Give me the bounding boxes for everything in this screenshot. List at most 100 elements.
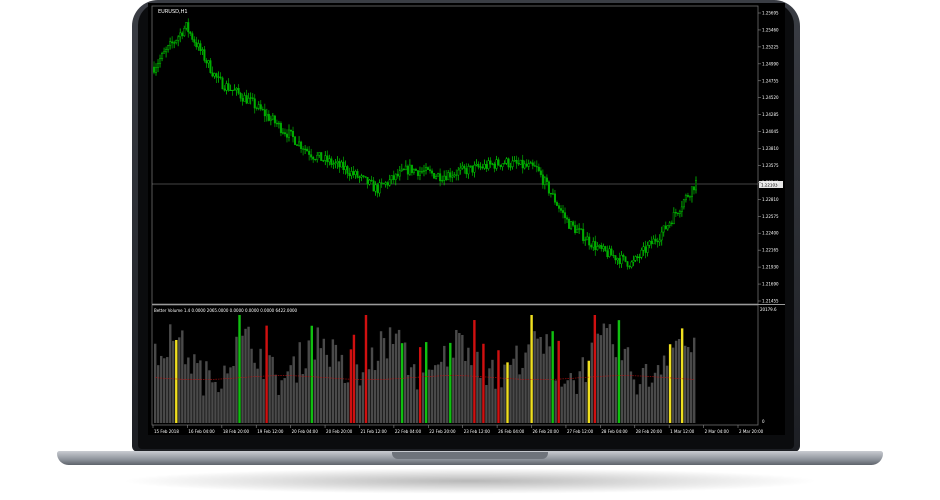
volume-bar — [292, 356, 295, 423]
price-tick-label: 1.25460 — [762, 27, 779, 32]
candle-body — [551, 193, 554, 195]
candle-body — [247, 98, 250, 104]
volume-bar — [620, 360, 624, 423]
candle-body — [275, 122, 278, 125]
volume-bar — [391, 343, 395, 423]
candle-body — [354, 171, 357, 175]
candle-body — [497, 159, 500, 166]
volume-bar — [295, 382, 298, 423]
candle-body — [219, 76, 222, 79]
candle-body — [251, 97, 254, 99]
volume-bar — [229, 367, 232, 423]
chart-canvas[interactable]: EURUSD,H1 Better Volume 1.4 0.0000 2065.… — [148, 3, 785, 435]
candle-body — [463, 165, 466, 169]
volume-bar — [319, 348, 323, 423]
volume-bar — [385, 358, 389, 423]
candle-body — [277, 122, 280, 125]
candle-body — [437, 173, 440, 177]
candle-body — [493, 163, 496, 169]
volume-bar — [500, 387, 503, 423]
candle-body — [628, 266, 631, 268]
volume-bar — [665, 365, 669, 423]
price-tick-label: 1.22165 — [762, 248, 779, 253]
volume-bar — [653, 372, 657, 423]
price-tick-label: 1.21455 — [762, 299, 779, 304]
candle-body — [402, 168, 405, 171]
candle-body — [553, 193, 556, 203]
candle-body — [509, 166, 512, 168]
candle-body — [298, 141, 301, 146]
volume-bar — [226, 373, 229, 423]
chart-window[interactable]: EURUSD,H1 Better Volume 1.4 0.0000 2065.… — [148, 3, 785, 435]
candle-body — [501, 163, 504, 167]
candle-body — [372, 180, 375, 192]
price-tick-label: 1.25225 — [762, 44, 779, 49]
candle-body — [610, 248, 613, 256]
volume-bar — [524, 352, 527, 423]
volume-bar — [671, 347, 675, 423]
candle-body — [173, 42, 176, 44]
volume-bar — [307, 340, 310, 423]
candle-body — [217, 76, 220, 78]
candle-body — [229, 89, 232, 91]
candle-body — [523, 163, 526, 169]
candle-body — [177, 36, 180, 41]
candle-body — [477, 163, 480, 168]
candle-body — [695, 180, 698, 191]
candle-body — [568, 218, 571, 229]
candle-body — [630, 261, 633, 268]
candle-body — [334, 162, 337, 165]
volume-bar — [467, 347, 470, 423]
candle-body — [578, 228, 581, 230]
candle-body — [231, 89, 234, 91]
candle-body — [688, 196, 691, 198]
volume-bar — [370, 347, 374, 423]
candle-body — [690, 186, 693, 198]
candle-body — [179, 32, 182, 38]
candle-body — [469, 165, 472, 167]
candle-body — [443, 175, 446, 181]
candle-body — [161, 53, 164, 60]
volume-bar — [446, 366, 449, 423]
volume-bar — [268, 355, 271, 423]
price-tick-label: 1.24990 — [762, 61, 779, 66]
volume-bar — [355, 364, 359, 423]
volume-bar — [608, 324, 612, 423]
volume-bar — [181, 330, 184, 423]
volume-bar — [461, 334, 464, 423]
volume-bar — [187, 357, 190, 423]
volume-bar — [692, 337, 696, 423]
candle-body — [404, 165, 407, 171]
candle-body — [418, 171, 421, 176]
candle-body — [392, 175, 395, 180]
volume-bar — [650, 382, 654, 423]
candle-body — [239, 93, 242, 99]
candle-body — [388, 179, 391, 186]
volume-bar — [542, 353, 545, 423]
volume-bar — [160, 355, 163, 423]
candle-body — [189, 31, 192, 34]
candle-body — [287, 129, 290, 138]
volume-bar — [337, 361, 341, 423]
candle-body — [525, 163, 528, 167]
price-tick-label: 1.21930 — [762, 265, 779, 270]
candle-body — [457, 169, 460, 176]
volume-bar — [599, 335, 603, 423]
candle-body — [531, 162, 534, 166]
candle-body — [348, 173, 351, 177]
candle-body — [358, 176, 361, 178]
volume-max-label: 20179.6 — [760, 307, 777, 312]
volume-bar — [340, 354, 344, 423]
candle-body — [420, 171, 423, 173]
candle-body — [322, 160, 325, 162]
candle-body — [491, 163, 494, 165]
candle-body — [668, 222, 671, 226]
candle-body — [606, 250, 609, 258]
price-tick-label: 1.22575 — [762, 214, 779, 219]
candle-body — [273, 115, 276, 124]
time-tick-label: 2 Mar 04:00 — [705, 429, 730, 434]
candle-body — [285, 133, 288, 138]
candle-body — [570, 221, 573, 229]
volume-bar — [518, 374, 521, 423]
candle-body — [223, 88, 226, 91]
